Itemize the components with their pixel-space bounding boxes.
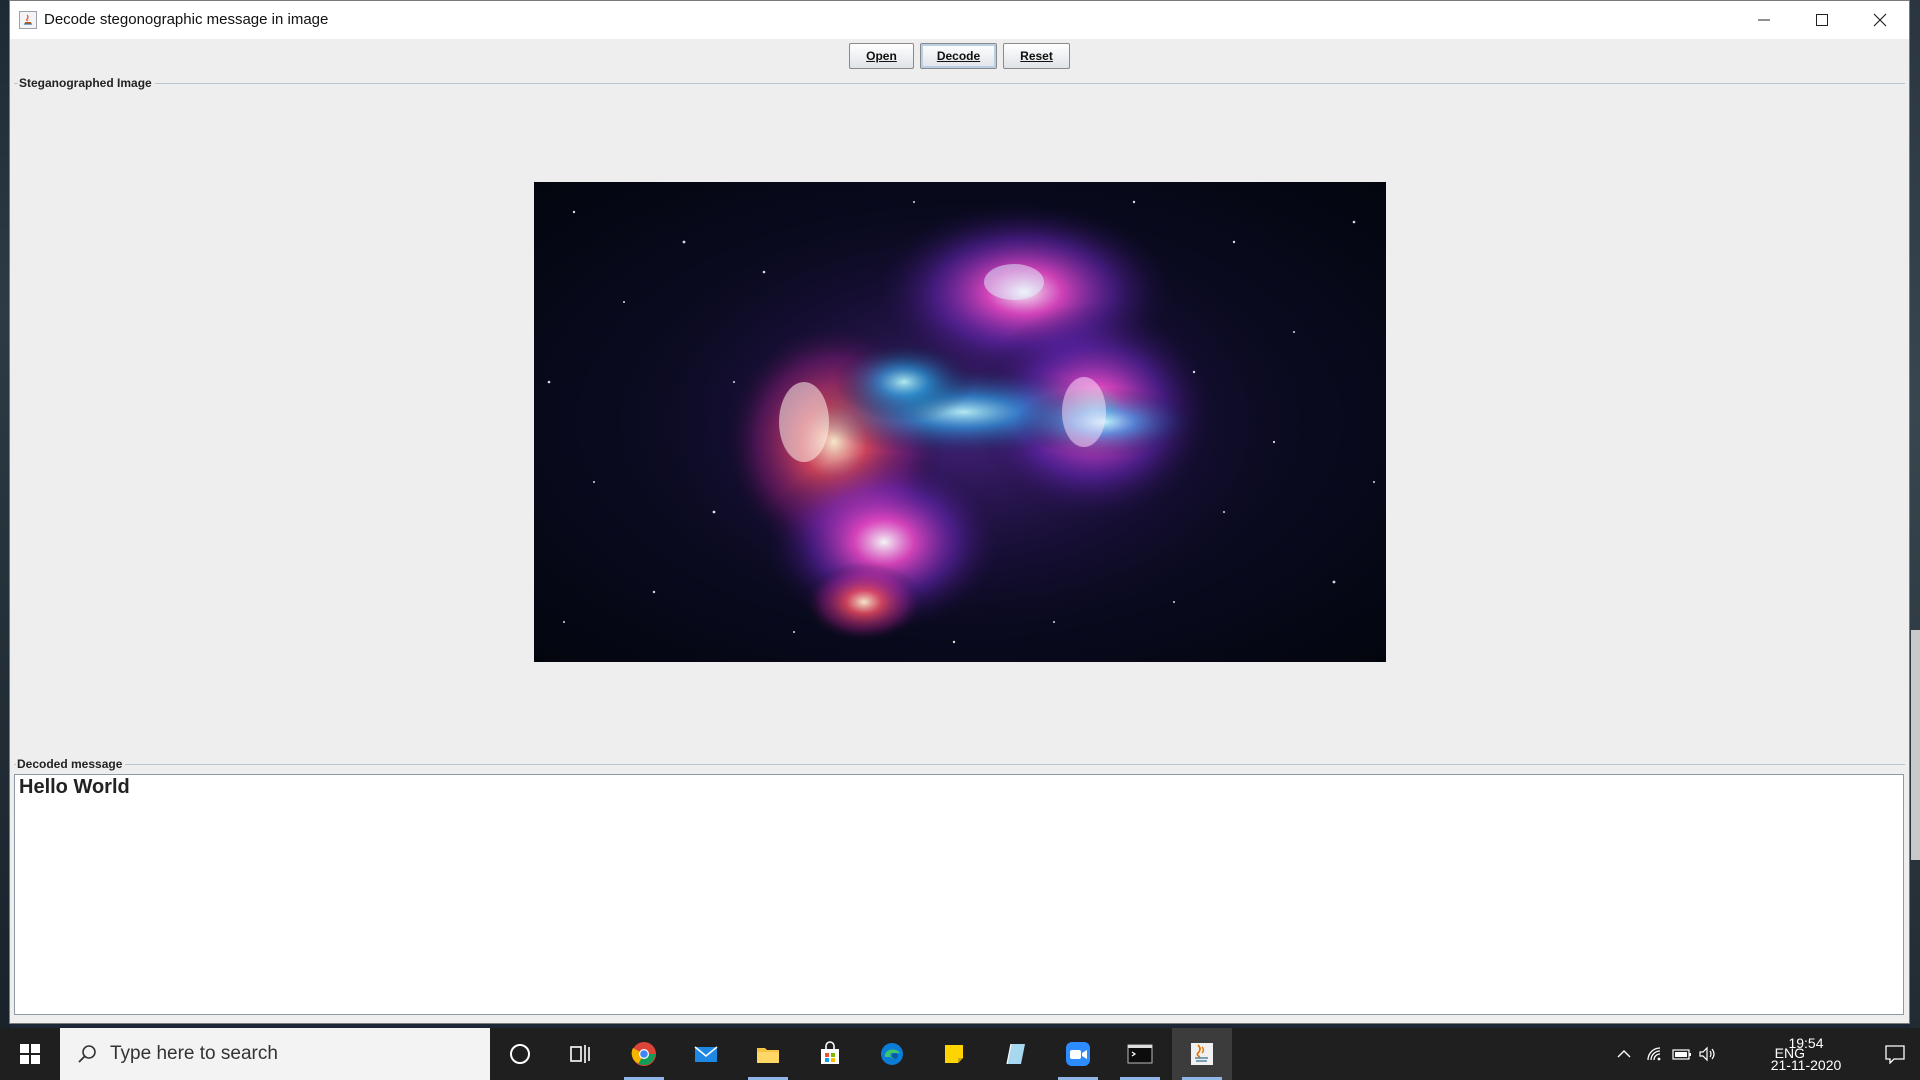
notepad-icon[interactable] — [986, 1028, 1046, 1080]
terminal-icon[interactable] — [1110, 1028, 1170, 1080]
message-panel-border — [14, 764, 1905, 765]
decoded-message-textarea[interactable]: Hello World — [14, 774, 1904, 1015]
windows-icon — [20, 1044, 40, 1064]
taskbar: Type here to search ENG 19:54 21-11-2020 — [0, 1028, 1920, 1080]
window-title: Decode stegonographic message in image — [44, 11, 329, 28]
search-icon — [78, 1045, 96, 1063]
file-explorer-icon[interactable] — [738, 1028, 798, 1080]
volume-icon[interactable] — [1692, 1028, 1720, 1080]
show-hidden-icons-icon[interactable] — [1610, 1028, 1638, 1080]
app-window: Decode stegonographic message in image O… — [9, 0, 1910, 1024]
notifications-icon[interactable] — [1870, 1028, 1920, 1080]
search-placeholder: Type here to search — [110, 1043, 278, 1064]
maximize-button[interactable] — [1793, 1, 1851, 39]
image-panel-border — [14, 83, 1905, 84]
zoom-icon[interactable] — [1048, 1028, 1108, 1080]
clock-time[interactable]: 19:54 — [1761, 1035, 1851, 1051]
store-icon[interactable] — [800, 1028, 860, 1080]
task-view-icon[interactable] — [550, 1028, 610, 1080]
java-taskbar-icon[interactable] — [1172, 1028, 1232, 1080]
start-button[interactable] — [0, 1028, 60, 1080]
open-button[interactable]: Open — [849, 43, 914, 69]
taskbar-search[interactable]: Type here to search — [60, 1028, 490, 1080]
message-panel-title: Decoded message — [16, 757, 126, 771]
system-tray: ENG 19:54 21-11-2020 — [1610, 1028, 1920, 1080]
battery-icon[interactable] — [1666, 1028, 1694, 1080]
decode-button[interactable]: Decode — [919, 43, 998, 69]
close-button[interactable] — [1851, 1, 1909, 39]
toolbar: Open Decode Reset — [10, 43, 1909, 71]
image-panel-title: Steganographed Image — [18, 76, 155, 90]
java-app-icon — [19, 11, 37, 29]
network-icon[interactable] — [1640, 1028, 1668, 1080]
desktop-background-right — [1910, 0, 1920, 1028]
clock-date[interactable]: 21-11-2020 — [1761, 1057, 1851, 1073]
mail-icon[interactable] — [676, 1028, 736, 1080]
edge-icon[interactable] — [862, 1028, 922, 1080]
reset-button[interactable]: Reset — [1003, 43, 1070, 69]
minimize-button[interactable] — [1735, 1, 1793, 39]
sticky-notes-icon[interactable] — [924, 1028, 984, 1080]
title-bar[interactable]: Decode stegonographic message in image — [10, 1, 1909, 39]
desktop-scroll-edge — [1911, 630, 1920, 860]
steganographed-image — [534, 182, 1386, 662]
chrome-icon[interactable] — [614, 1028, 674, 1080]
cortana-icon[interactable] — [490, 1028, 550, 1080]
